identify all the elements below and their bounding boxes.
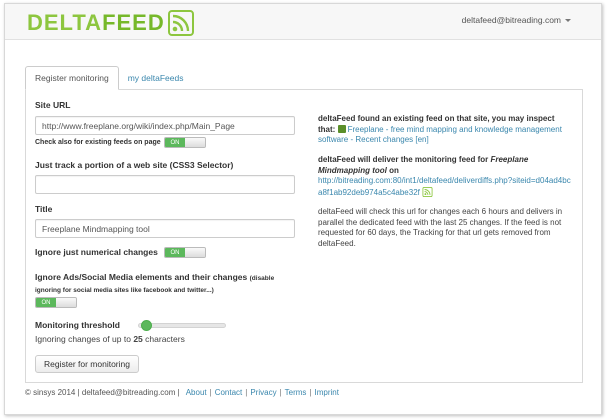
toggle-on-label: ON <box>165 138 185 147</box>
register-panel: Site URL Check also for existing feeds o… <box>25 89 583 383</box>
toggle-on-label: ON <box>165 248 185 257</box>
tab-register-monitoring[interactable]: Register monitoring <box>25 66 119 90</box>
ignore-numerical-label: Ignore just numerical changes <box>35 247 158 257</box>
logo-text-feed: FEED <box>102 10 165 35</box>
caret-down-icon <box>565 18 571 22</box>
footer: © sinsys 2014 | deltafeed@bitreading.com… <box>25 388 339 397</box>
title-input[interactable] <box>35 219 295 238</box>
toggle-knob <box>56 298 76 307</box>
page-frame: DELTA FEED deltafeed@bitreading.com Regis… <box>4 3 602 415</box>
css-selector-label: Just track a portion of a web site (CSS3… <box>35 160 234 170</box>
threshold-label: Monitoring threshold <box>35 320 120 330</box>
ignore-ads-title: Ignore Ads/Social Media elements and the… <box>35 272 248 282</box>
tab-my-deltafeeds[interactable]: my deltaFeeds <box>119 66 193 90</box>
check-description: deltaFeed will check this url for change… <box>318 207 563 248</box>
site-url-label: Site URL <box>35 100 71 110</box>
toggle-knob <box>185 138 205 147</box>
toggle-knob <box>185 248 205 257</box>
tab-bar: Register monitoring my deltaFeeds <box>25 66 192 90</box>
register-button[interactable]: Register for monitoring <box>35 355 139 373</box>
feed-url-link[interactable]: http://bitreading.com:80/int1/deltafeed/… <box>318 176 571 197</box>
deliver-on: on <box>389 165 399 175</box>
toggle-on-label: ON <box>36 298 56 307</box>
title-label: Title <box>35 204 53 214</box>
user-menu-dropdown[interactable]: deltafeed@bitreading.com <box>462 15 571 25</box>
rss-feed-icon[interactable] <box>422 186 433 197</box>
header-bar: DELTA FEED deltafeed@bitreading.com <box>5 4 601 40</box>
footer-copyright: © sinsys 2014 | deltafeed@bitreading.com… <box>25 388 180 397</box>
threshold-slider-thumb[interactable] <box>141 320 153 331</box>
threshold-suffix: characters <box>145 334 185 344</box>
logo[interactable]: DELTA FEED <box>27 9 194 37</box>
footer-link-privacy[interactable]: Privacy <box>250 388 276 397</box>
ignore-numerical-toggle[interactable]: ON <box>164 247 206 258</box>
existing-feed-link[interactable]: Freeplane - free mind mapping and knowle… <box>318 125 562 145</box>
freeplane-icon <box>337 124 346 133</box>
footer-link-contact[interactable]: Contact <box>215 388 243 397</box>
threshold-value: 25 <box>133 334 143 344</box>
footer-link-terms[interactable]: Terms <box>285 388 307 397</box>
footer-link-imprint[interactable]: Imprint <box>315 388 339 397</box>
threshold-description: Ignoring changes of up to 25 characters <box>35 334 185 344</box>
ignore-ads-toggle[interactable]: ON <box>35 297 77 308</box>
site-url-input[interactable] <box>35 116 295 135</box>
check-existing-toggle[interactable]: ON <box>164 137 206 148</box>
existing-feed-notice: deltaFeed found an existing feed on that… <box>318 114 573 146</box>
footer-link-about[interactable]: About <box>186 388 207 397</box>
ignore-ads-label: Ignore Ads/Social Media elements and the… <box>35 272 297 296</box>
check-existing-label: Check also for existing feeds on page <box>35 139 161 146</box>
rss-feed-icon <box>167 10 194 36</box>
threshold-prefix: Ignoring changes of up to <box>35 334 131 344</box>
deliver-prefix: deltaFeed will deliver the monitoring fe… <box>318 155 489 164</box>
user-email: deltafeed@bitreading.com <box>461 15 561 25</box>
deliver-notice: deltaFeed will deliver the monitoring fe… <box>318 155 573 198</box>
css-selector-input[interactable] <box>35 175 295 194</box>
logo-text-delta: DELTA <box>27 10 103 35</box>
